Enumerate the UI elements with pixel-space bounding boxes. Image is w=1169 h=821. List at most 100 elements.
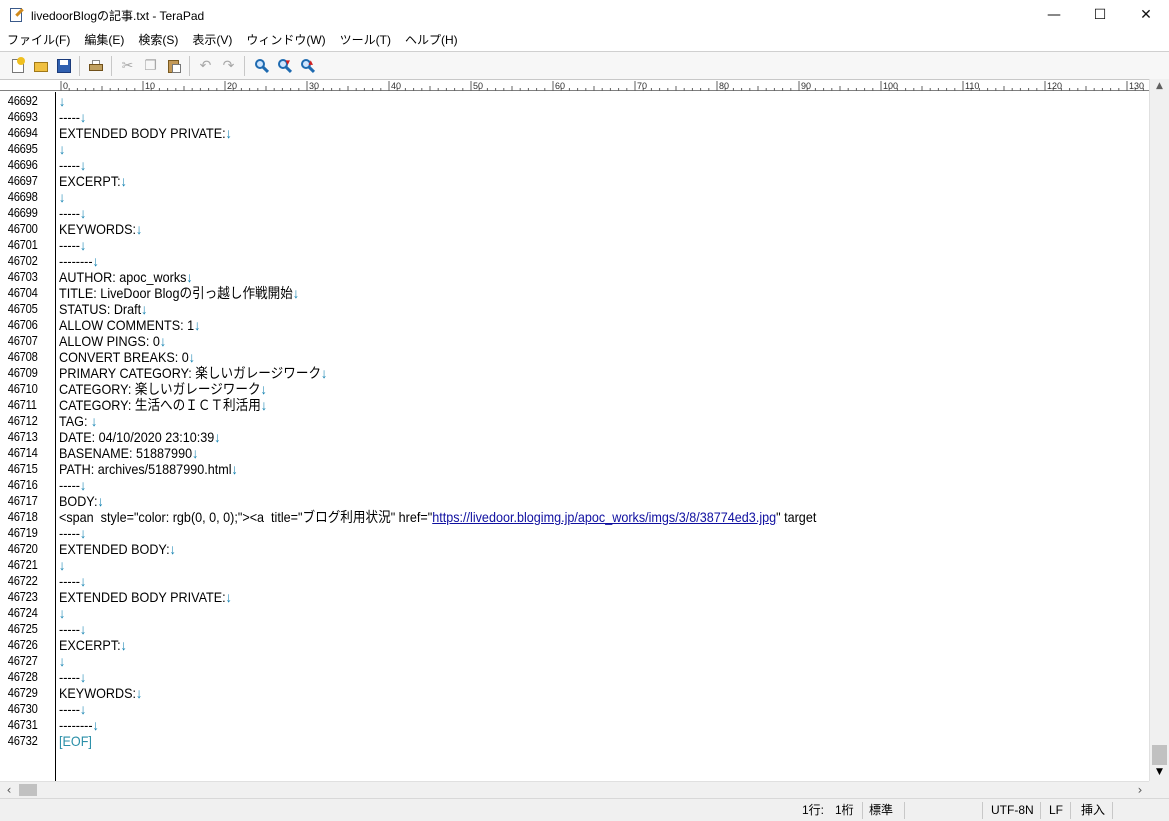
- ruler-ticks: 0 10 20 30 40 50 60 70 80 90 100 110 120 130: [60, 81, 1144, 91]
- text-line[interactable]: -----↓: [59, 701, 1039, 717]
- menu-file[interactable]: ファイル(F): [0, 30, 77, 50]
- close-button[interactable]: ✕: [1123, 0, 1169, 30]
- menu-help[interactable]: ヘルプ(H): [398, 30, 465, 50]
- text-line[interactable]: -----↓: [59, 477, 1039, 493]
- status-encoding[interactable]: UTF-8N: [982, 802, 1040, 819]
- find-prev-button[interactable]: ▴: [295, 55, 318, 77]
- newline-mark-icon: ↓: [141, 301, 148, 317]
- text-line[interactable]: ↓: [59, 557, 1039, 573]
- text-line[interactable]: KEYWORDS:↓: [59, 221, 1039, 237]
- text-line[interactable]: ALLOW COMMENTS: 1↓: [59, 317, 1039, 333]
- menu-window[interactable]: ウィンドウ(W): [239, 30, 332, 50]
- newline-mark-icon: ↓: [92, 253, 99, 269]
- text-line[interactable]: CONVERT BREAKS: 0↓: [59, 349, 1039, 365]
- text-line[interactable]: -----↓: [59, 237, 1039, 253]
- print-button[interactable]: [84, 55, 107, 77]
- status-extra: [1112, 802, 1152, 819]
- text-line[interactable]: AUTHOR: apoc_works↓: [59, 269, 1039, 285]
- text-line[interactable]: TITLE: LiveDoor Blogの引っ越し作戦開始↓: [59, 285, 1039, 301]
- ruler-label: 80: [719, 81, 729, 91]
- find-next-button[interactable]: ▾: [272, 55, 295, 77]
- text-line[interactable]: CATEGORY: 生活へのＩＣＴ利活用↓: [59, 397, 1039, 413]
- menu-tools[interactable]: ツール(T): [333, 30, 398, 50]
- line-text: -----: [59, 573, 80, 589]
- save-button[interactable]: [52, 55, 75, 77]
- text-line[interactable]: [EOF]: [59, 733, 1039, 749]
- text-line[interactable]: EXTENDED BODY:↓: [59, 541, 1039, 557]
- text-line[interactable]: <span style="color: rgb(0, 0, 0);"><a ti…: [59, 509, 1039, 525]
- text-line[interactable]: DATE: 04/10/2020 23:10:39↓: [59, 429, 1039, 445]
- vertical-scroll-thumb[interactable]: [1152, 745, 1167, 765]
- status-insert-mode[interactable]: 挿入: [1070, 802, 1112, 819]
- text-line[interactable]: ↓: [59, 653, 1039, 669]
- text-line[interactable]: --------↓: [59, 253, 1039, 269]
- text-line[interactable]: --------↓: [59, 717, 1039, 733]
- line-number: 46714: [7, 445, 38, 460]
- newline-mark-icon: ↓: [59, 189, 66, 205]
- line-number: 46729: [7, 685, 38, 700]
- text-line[interactable]: STATUS: Draft↓: [59, 301, 1039, 317]
- toolbar-separator: [79, 55, 80, 76]
- cut-button[interactable]: ✂: [116, 55, 139, 77]
- text-line[interactable]: EXCERPT:↓: [59, 637, 1039, 653]
- text-line[interactable]: -----↓: [59, 621, 1039, 637]
- text-line[interactable]: -----↓: [59, 157, 1039, 173]
- new-file-button[interactable]: [6, 55, 29, 77]
- scroll-right-arrow-icon[interactable]: ›: [1131, 782, 1149, 798]
- url-link[interactable]: https://livedoor.blogimg.jp/apoc_works/i…: [432, 509, 776, 525]
- text-line[interactable]: ↓: [59, 93, 1039, 109]
- text-line[interactable]: -----↓: [59, 205, 1039, 221]
- text-line[interactable]: EXCERPT:↓: [59, 173, 1039, 189]
- undo-button[interactable]: ↶: [194, 55, 217, 77]
- line-text: -----: [59, 669, 80, 685]
- line-number: 46726: [7, 637, 38, 652]
- text-line[interactable]: BODY:↓: [59, 493, 1039, 509]
- newline-mark-icon: ↓: [79, 621, 87, 637]
- text-line[interactable]: -----↓: [59, 109, 1039, 125]
- text-line[interactable]: -----↓: [59, 525, 1039, 541]
- newline-mark-icon: ↓: [194, 317, 201, 333]
- text-line[interactable]: PRIMARY CATEGORY: 楽しいガレージワーク↓: [59, 365, 1039, 381]
- redo-button[interactable]: ↷: [217, 55, 240, 77]
- text-line[interactable]: CATEGORY: 楽しいガレージワーク↓: [59, 381, 1039, 397]
- line-text: CATEGORY: 楽しいガレージワーク: [59, 381, 261, 397]
- find-button[interactable]: [249, 55, 272, 77]
- maximize-button[interactable]: ☐: [1077, 0, 1123, 30]
- text-line[interactable]: -----↓: [59, 669, 1039, 685]
- save-icon: [56, 58, 72, 74]
- line-number: 46710: [7, 381, 38, 396]
- newline-mark-icon: ↓: [321, 365, 328, 381]
- minimize-button[interactable]: —: [1031, 0, 1077, 30]
- text-line[interactable]: -----↓: [59, 573, 1039, 589]
- terapad-app-icon[interactable]: [9, 7, 25, 23]
- vertical-scrollbar[interactable]: ▲ ▼: [1149, 79, 1169, 781]
- line-number: 46708: [7, 349, 38, 364]
- horizontal-scroll-thumb[interactable]: [19, 784, 37, 796]
- scroll-left-arrow-icon[interactable]: ‹: [0, 782, 18, 798]
- text-line[interactable]: ↓: [59, 141, 1039, 157]
- status-newline[interactable]: LF: [1040, 802, 1070, 819]
- ruler-label: 100: [883, 81, 898, 91]
- newline-mark-icon: ↓: [79, 701, 87, 717]
- text-line[interactable]: TAG: ↓: [59, 413, 1039, 429]
- scroll-down-arrow-icon[interactable]: ▼: [1150, 765, 1169, 779]
- text-line[interactable]: ↓: [59, 189, 1039, 205]
- copy-button[interactable]: ❐: [139, 55, 162, 77]
- text-line[interactable]: EXTENDED BODY PRIVATE:↓: [59, 589, 1039, 605]
- text-line[interactable]: EXTENDED BODY PRIVATE:↓: [59, 125, 1039, 141]
- open-button[interactable]: [29, 55, 52, 77]
- menu-edit[interactable]: 編集(E): [77, 30, 131, 50]
- text-line[interactable]: PATH: archives/51887990.html↓: [59, 461, 1039, 477]
- line-text: KEYWORDS:: [59, 221, 137, 237]
- scroll-up-arrow-icon[interactable]: ▲: [1150, 79, 1169, 93]
- text-line[interactable]: BASENAME: 51887990↓: [59, 445, 1039, 461]
- menu-view[interactable]: 表示(V): [185, 30, 239, 50]
- text-line[interactable]: ALLOW PINGS: 0↓: [59, 333, 1039, 349]
- text-line[interactable]: ↓: [59, 605, 1039, 621]
- horizontal-scrollbar[interactable]: ‹ ›: [0, 781, 1149, 798]
- line-number: 46702: [7, 253, 38, 268]
- text-editor[interactable]: 46692 46693 46694 46695 46696 46697 46698 46699…: [0, 92, 1148, 781]
- text-line[interactable]: KEYWORDS:↓: [59, 685, 1039, 701]
- menu-search[interactable]: 検索(S): [131, 30, 185, 50]
- paste-button[interactable]: [162, 55, 185, 77]
